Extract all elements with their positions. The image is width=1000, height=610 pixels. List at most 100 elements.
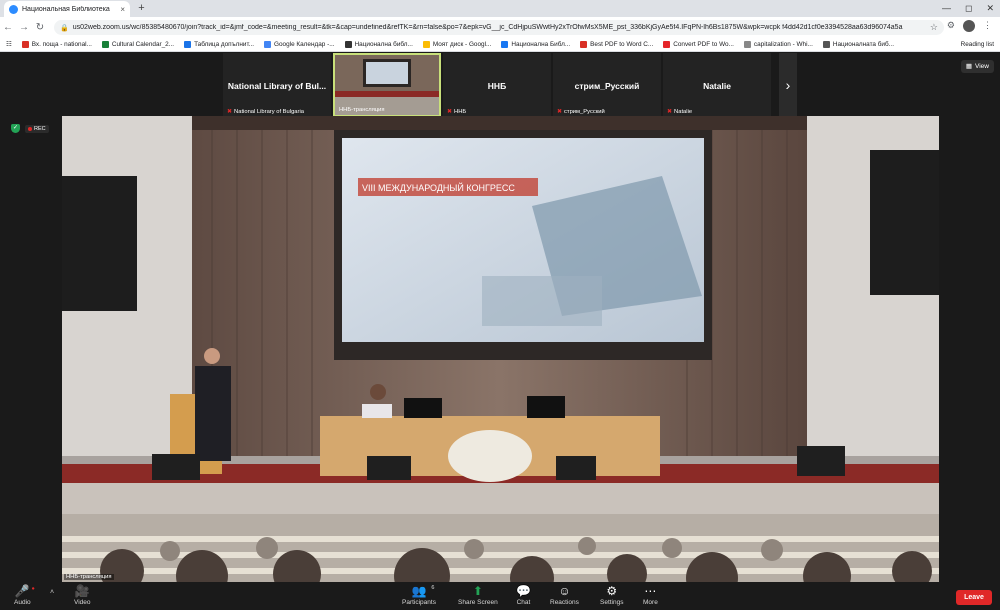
settings-gear-icon: ⚙	[606, 584, 618, 598]
bookmark-item[interactable]: Google Календар -...	[264, 40, 335, 48]
bookmark-item[interactable]: Таблица допълнит...	[184, 40, 255, 48]
bookmark-item[interactable]: Национална Библ...	[501, 40, 570, 48]
bookmark-label: Convert PDF to Wo...	[673, 40, 734, 48]
bookmark-item[interactable]: Вх. поща - national...	[21, 40, 92, 48]
participant-label: ✖ National Library of Bulgaria	[227, 108, 304, 116]
bookmark-favicon-icon	[21, 40, 29, 48]
rec-label: REC	[34, 125, 46, 132]
participant-label: ✖ ННБ	[447, 108, 466, 116]
participant-label-text: Natalie	[674, 108, 693, 115]
participant-label-text: ННБ-трансляция	[339, 107, 385, 113]
chat-button[interactable]: 💬 Chat	[516, 584, 531, 606]
bookmark-item[interactable]: Националната биб...	[822, 40, 894, 48]
participant-tile[interactable]: стрим_Русский ✖ стрим_Русский	[553, 53, 661, 117]
browser-tab[interactable]: Национальная Библиотека ×	[4, 1, 130, 17]
chat-label: Chat	[516, 599, 531, 606]
participants-icon: 👥 6	[412, 584, 435, 598]
stage-participant-name: ННБ-трансляция	[64, 574, 114, 580]
maximize-icon[interactable]: ◻	[965, 0, 972, 16]
video-button[interactable]: 🎥 Video	[74, 584, 91, 606]
bookmark-favicon-icon	[422, 40, 430, 48]
microphone-muted-icon: 🎤 ●	[14, 584, 35, 598]
url-text[interactable]: us02web.zoom.us/wc/85385480670/join?trac…	[73, 24, 926, 31]
lock-icon: 🔒	[60, 24, 69, 32]
muted-mic-icon: ✖	[667, 109, 673, 115]
recording-indicator: ✓ REC	[11, 124, 49, 133]
close-window-icon[interactable]: ✕	[986, 0, 994, 16]
next-page-arrow-icon[interactable]: ›	[779, 53, 797, 117]
bookmark-item[interactable]: capitalization - Whi...	[743, 40, 813, 48]
zoom-meeting: National Library of Bul... ✖ National Libr…	[0, 52, 1000, 610]
share-screen-icon: ⬆	[472, 584, 483, 598]
bookmark-item[interactable]: Cultural Calendar_2...	[101, 40, 175, 48]
extensions-icon[interactable]: ⚙	[947, 20, 955, 32]
bookmark-star-icon[interactable]: ☆	[930, 22, 944, 33]
participant-label: ✖ стрим_Русский	[557, 108, 605, 116]
bookmark-item[interactable]: Национална библ...	[344, 40, 413, 48]
bookmarks-bar: ☷ Вх. поща - national... Cultural Calendar…	[0, 37, 1000, 52]
back-icon[interactable]: ←	[0, 22, 16, 33]
bookmark-favicon-icon	[184, 40, 192, 48]
share-screen-label: Share Screen	[458, 599, 498, 606]
bookmark-label: Моят диск - Googl...	[432, 40, 492, 48]
reactions-button[interactable]: ☺ Reactions	[550, 584, 579, 606]
share-screen-button[interactable]: ⬆ Share Screen	[458, 584, 498, 606]
bookmark-label: Cultural Calendar_2...	[111, 40, 175, 48]
bookmark-label: Таблица допълнит...	[194, 40, 255, 48]
participant-label-text: National Library of Bulgaria	[234, 108, 304, 115]
menu-icon[interactable]: ⋮	[983, 20, 992, 32]
security-shield-icon[interactable]: ✓	[11, 124, 20, 133]
reload-icon[interactable]: ↻	[32, 22, 48, 33]
bookmark-favicon-icon	[501, 40, 509, 48]
more-dots-icon: ⋯	[644, 584, 657, 598]
participants-button[interactable]: 👥 6 Participants	[402, 584, 436, 606]
address-bar[interactable]: 🔒 us02web.zoom.us/wc/85385480670/join?tr…	[54, 20, 944, 35]
participants-label: Participants	[402, 599, 436, 606]
participant-tile[interactable]: ННБ-трансляция	[333, 53, 441, 117]
participant-tile[interactable]: Natalie ✖ Natalie	[663, 53, 771, 117]
main-video[interactable]: VIII МЕЖДУНАРОДНЫЙ КОНГРЕСС	[62, 116, 939, 582]
participant-tile[interactable]: National Library of Bul... ✖ National Libr…	[223, 53, 331, 117]
more-button[interactable]: ⋯ More	[643, 584, 658, 606]
participant-label: ННБ-трансляция	[339, 107, 385, 113]
settings-button[interactable]: ⚙ Settings	[600, 584, 624, 606]
apps-grid-icon[interactable]: ☷	[6, 40, 12, 48]
participant-count: 6	[431, 585, 435, 591]
reactions-icon: ☺	[558, 584, 571, 598]
new-tab-button[interactable]: +	[135, 2, 148, 15]
bookmark-item[interactable]: Best PDF to Word C...	[580, 40, 653, 48]
bookmark-favicon-icon	[822, 40, 830, 48]
leave-button[interactable]: Leave	[956, 590, 992, 605]
participant-name: National Library of Bul...	[227, 81, 327, 91]
video-camera-icon: 🎥	[74, 584, 90, 598]
bookmark-label: Национална библ...	[354, 40, 413, 48]
muted-mic-icon: ✖	[557, 109, 563, 115]
window-controls: — ◻ ✕	[942, 0, 994, 16]
view-button[interactable]: ▦ View	[960, 60, 994, 73]
bookmark-favicon-icon	[743, 40, 751, 48]
participant-name: Natalie	[703, 81, 731, 91]
bookmark-favicon-icon	[580, 40, 588, 48]
chat-icon: 💬	[516, 584, 531, 598]
bookmark-item[interactable]: Моят диск - Googl...	[422, 40, 492, 48]
bookmark-item[interactable]: Convert PDF to Wo...	[663, 40, 734, 48]
audio-options-caret-icon[interactable]: ˄	[50, 589, 54, 596]
reading-list-button[interactable]: Reading list	[961, 37, 994, 52]
settings-label: Settings	[600, 599, 624, 606]
bookmark-favicon-icon	[101, 40, 109, 48]
participant-label-text: стрим_Русский	[564, 108, 605, 115]
muted-mic-icon: ✖	[447, 109, 453, 115]
audio-label: Audio	[14, 599, 31, 606]
audio-button[interactable]: 🎤 ● Audio	[14, 584, 35, 606]
bookmark-label: Google Календар -...	[274, 40, 335, 48]
profile-avatar[interactable]	[963, 20, 975, 32]
participant-tile[interactable]: ННБ ✖ ННБ	[443, 53, 551, 117]
tab-close-icon[interactable]: ×	[120, 5, 125, 14]
bookmark-label: Националната биб...	[832, 40, 894, 48]
rec-badge: REC	[25, 124, 49, 133]
forward-icon[interactable]: →	[16, 22, 32, 33]
minimize-icon[interactable]: —	[942, 0, 951, 16]
browser-toolbar: ← → ↻ 🔒 us02web.zoom.us/wc/85385480670/j…	[0, 17, 1000, 37]
video-label: Video	[74, 599, 91, 606]
participant-video-preview	[335, 55, 439, 115]
